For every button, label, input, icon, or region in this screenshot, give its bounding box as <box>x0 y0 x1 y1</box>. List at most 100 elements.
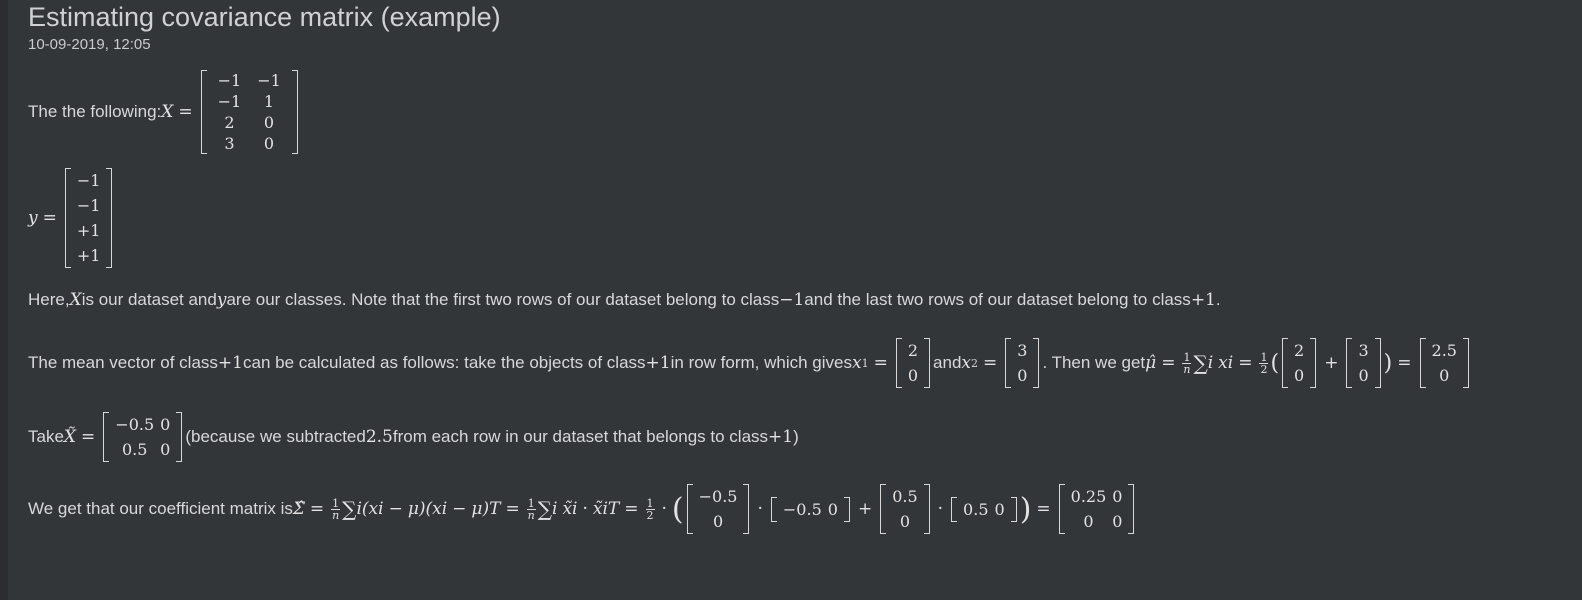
text: The the following: <box>28 102 162 121</box>
cell: 3 <box>1017 341 1028 360</box>
paren: ( <box>1270 350 1280 376</box>
var-x: x <box>852 353 862 373</box>
fraction: 12 <box>645 496 655 522</box>
subscript: 2 <box>971 356 978 370</box>
var-y: y <box>28 208 38 228</box>
column-vector-2: 0.5 0 <box>880 484 930 534</box>
text: from each row in our dataset that belong… <box>392 427 769 446</box>
dot: · <box>937 499 944 519</box>
fraction: 1n <box>526 496 536 522</box>
transpose: T <box>489 499 501 519</box>
matrix-x-tilde: −0.5 0 0.5 0 <box>103 412 183 462</box>
class-label: −1 <box>779 290 805 310</box>
cell: 1 <box>263 92 275 111</box>
equals: = <box>309 499 325 519</box>
var-x: x <box>961 353 971 373</box>
x-tilde: x̃ <box>562 499 573 519</box>
page-title: Estimating covariance matrix (example) <box>28 2 501 32</box>
fraction: 1n <box>1182 350 1192 376</box>
text: in row form, which gives <box>670 353 852 372</box>
text: . Then we get <box>1042 353 1146 372</box>
var-x: X <box>161 102 174 122</box>
plus: + <box>1324 353 1339 373</box>
vector: 30 <box>1346 338 1381 388</box>
var-x: X <box>69 290 82 310</box>
definition-x: The the following: X = −1 −1 −1 1 2 0 3 … <box>28 70 301 154</box>
subscript: i <box>1227 353 1234 373</box>
cell: −0.5 <box>115 415 155 434</box>
dot: · <box>661 499 667 519</box>
fraction: 12 <box>1259 350 1269 376</box>
dot: · <box>757 499 763 519</box>
equals: = <box>1036 499 1051 519</box>
cell: 0 <box>263 113 275 132</box>
paren: ( <box>671 491 684 527</box>
subscript: i <box>1207 353 1214 373</box>
text: ) <box>793 427 799 446</box>
var-y: y <box>216 290 227 310</box>
cell: 2 <box>907 341 919 360</box>
cell: 0.5 <box>121 440 148 459</box>
cell: 3 <box>224 134 235 153</box>
centered-matrix: Take X̃ = −0.5 0 0.5 0 (because we subtr… <box>28 412 799 462</box>
vector-mean-result: 2.5 0 <box>1419 338 1469 388</box>
cell: −1 <box>257 71 281 90</box>
text: and <box>933 353 962 372</box>
sum-symbol: ∑ <box>537 497 552 521</box>
equals: = <box>1397 353 1412 373</box>
column-vector-1: −0.5 0 <box>686 484 750 534</box>
text: and the last two rows of our dataset bel… <box>804 290 1191 309</box>
text: is our dataset and <box>81 290 217 309</box>
sigma-hat: Σ̂ <box>292 499 305 519</box>
subscript: 1 <box>861 356 869 370</box>
sum-symbol: ∑ <box>342 497 357 521</box>
equals: = <box>42 208 57 228</box>
var-x: x <box>1218 353 1228 373</box>
vector-y: −1 −1 +1 +1 <box>64 168 113 268</box>
cell: 0 <box>1017 366 1028 385</box>
note-page: Estimating covariance matrix (example) 1… <box>8 0 1582 600</box>
vector-x1: 20 <box>895 338 931 388</box>
cell: 0 <box>160 440 171 459</box>
cell: 0 <box>907 366 919 385</box>
matrix-x: −1 −1 −1 1 2 0 3 0 <box>200 70 298 154</box>
text: (because we subtracted <box>185 427 366 446</box>
vector-x2: 30 <box>1005 338 1040 388</box>
equals: = <box>81 427 96 447</box>
paren: ) <box>1019 491 1032 527</box>
equals: = <box>1161 353 1176 373</box>
equals: = <box>624 499 639 519</box>
equals: = <box>1238 353 1253 373</box>
text: We get that our coefficient matrix is <box>28 499 293 518</box>
minus: − <box>452 499 467 519</box>
vector: 20 <box>1282 338 1317 388</box>
cell: −1 <box>217 92 242 111</box>
timestamp: 10-09-2019, 12:05 <box>28 36 151 53</box>
paren: ) <box>1383 350 1393 376</box>
text: can be calculated as follows: take the o… <box>242 353 646 372</box>
term: )(x <box>418 499 442 519</box>
text: Here, <box>28 290 70 309</box>
dot: · <box>582 499 588 519</box>
class-label: +1 <box>768 427 794 447</box>
explanation-classes: Here, X is our dataset and y are our cla… <box>28 290 1221 310</box>
fraction: 1n <box>331 496 341 522</box>
class-label: +1 <box>1190 290 1216 310</box>
equals: = <box>983 353 998 373</box>
covariance-formula: We get that our coefficient matrix is Σ̂… <box>28 484 1137 534</box>
cell: 0 <box>160 415 171 434</box>
var-x-tilde: X̃ <box>63 427 77 447</box>
equals: = <box>178 102 193 122</box>
class-label: +1 <box>217 353 243 373</box>
cell: −1 <box>76 171 101 190</box>
mu: μ <box>471 499 483 519</box>
class-label: +1 <box>645 353 671 373</box>
cell: +1 <box>76 246 101 265</box>
minus: − <box>388 499 403 519</box>
definition-y: y = −1 −1 +1 +1 <box>28 168 115 268</box>
mu: μ <box>407 499 419 519</box>
plus: + <box>857 499 873 519</box>
mean-vector: The mean vector of class +1 can be calcu… <box>28 338 1472 388</box>
covariance-result: 0.25 0 00 <box>1058 484 1135 534</box>
text: are our classes. Note that the first two… <box>226 290 780 309</box>
